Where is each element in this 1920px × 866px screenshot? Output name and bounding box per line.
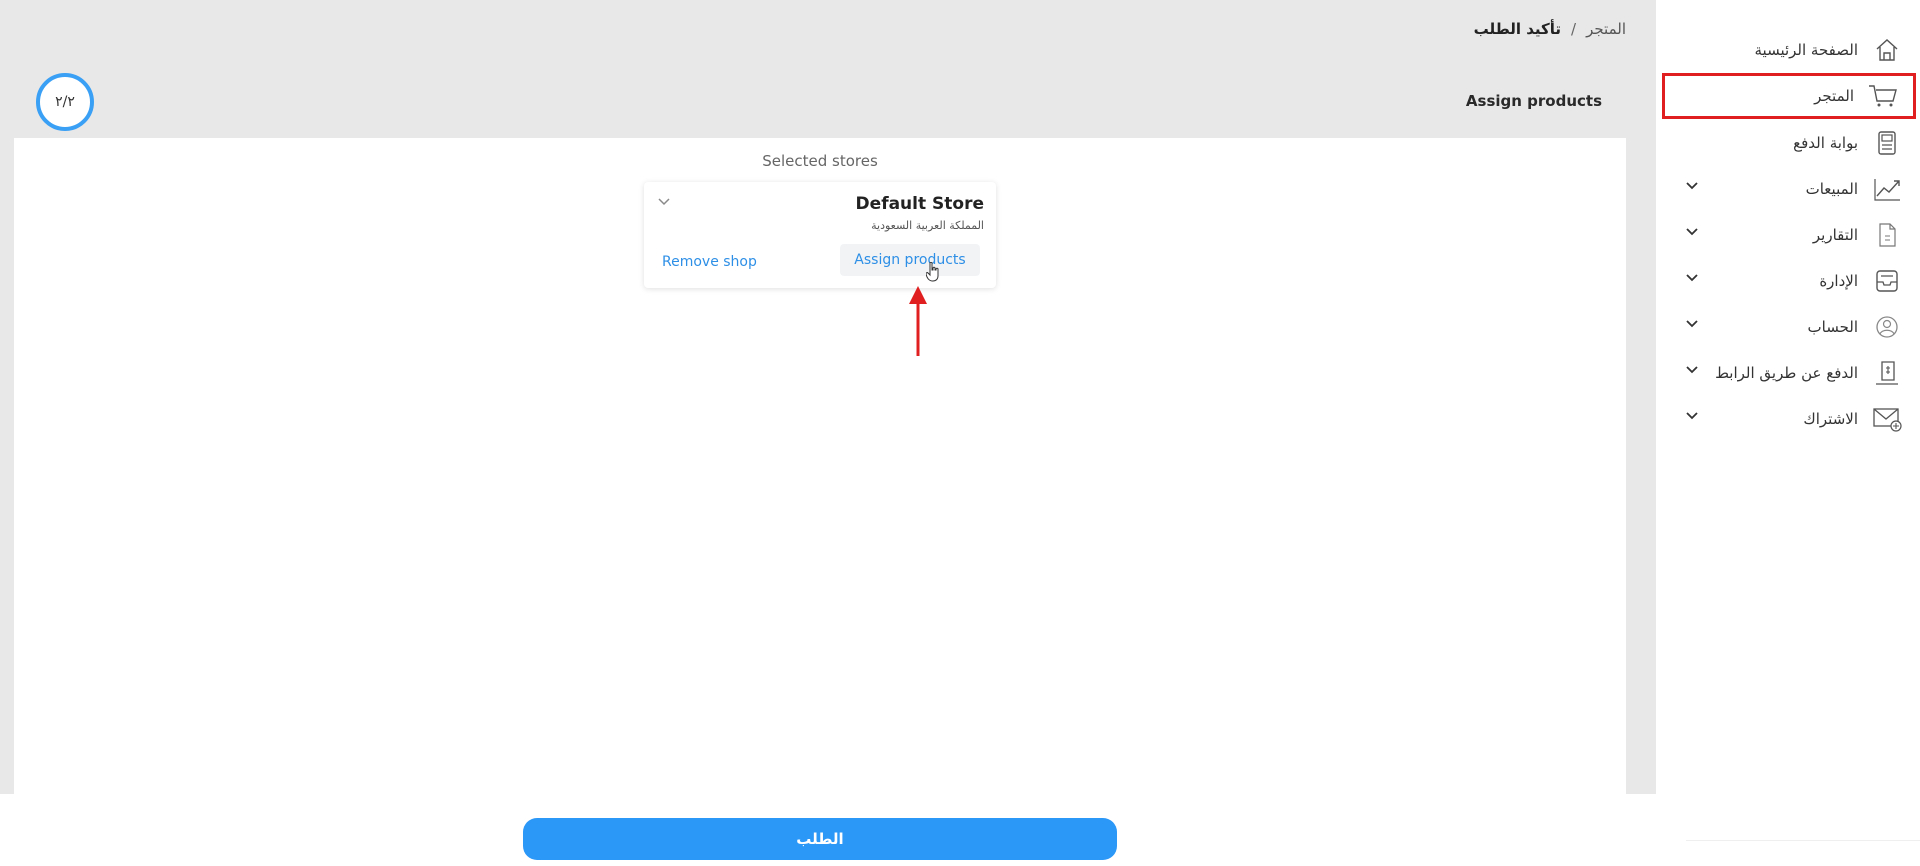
store-country: المملكة العربية السعودية [871, 219, 984, 232]
breadcrumb-current: تأكيد الطلب [1473, 20, 1562, 38]
sidebar-item-label: الدفع عن طريق الرابط [1715, 364, 1858, 382]
report-icon [1872, 220, 1902, 250]
sidebar-item-label: المبيعات [1805, 180, 1858, 198]
user-circle-icon [1872, 312, 1902, 342]
sidebar-item-reports[interactable]: التقارير [1656, 215, 1920, 255]
subscription-mail-icon [1872, 404, 1902, 434]
sidebar-item-label: الحساب [1807, 318, 1859, 336]
sidebar-item-payment-link[interactable]: الدفع عن طريق الرابط [1656, 353, 1920, 393]
payment-terminal-icon [1872, 128, 1902, 158]
home-icon [1872, 35, 1902, 65]
annotation-arrow-icon [909, 286, 927, 356]
step-indicator: ٢/٢ [36, 73, 94, 131]
sidebar-item-management[interactable]: الإدارة [1656, 261, 1920, 301]
sidebar-item-label: التقارير [1812, 226, 1858, 244]
hand-cursor-icon [926, 262, 939, 282]
chevron-down-icon[interactable] [1686, 409, 1698, 424]
cart-icon [1868, 81, 1898, 111]
selected-stores-panel: Selected stores Default Store المملكة ال… [14, 138, 1626, 794]
payment-link-icon [1872, 358, 1902, 388]
sidebar-item-sales[interactable]: المبيعات [1656, 169, 1920, 209]
sidebar-item-payment-gateway[interactable]: بوابة الدفع [1656, 123, 1920, 163]
sidebar-divider [1686, 840, 1920, 841]
sidebar: الصفحة الرئيسية المتجر بوابة الدفع المبي… [1656, 0, 1920, 866]
sidebar-item-label: الإدارة [1819, 272, 1858, 290]
store-card: Default Store المملكة العربية السعودية R… [644, 182, 996, 288]
store-name: Default Store [855, 194, 984, 214]
sidebar-item-label: بوابة الدفع [1793, 134, 1858, 152]
section-title: Assign products [1465, 92, 1602, 110]
main-content: المتجر / تأكيد الطلب ٢/٢ Assign products… [0, 0, 1656, 794]
chevron-down-icon[interactable] [1686, 317, 1698, 332]
breadcrumb-separator: / [1571, 20, 1577, 38]
chevron-down-icon[interactable] [1686, 271, 1698, 286]
sidebar-item-label: الصفحة الرئيسية [1754, 41, 1859, 59]
sidebar-item-label: الاشتراك [1803, 410, 1858, 428]
chevron-down-icon[interactable] [1686, 179, 1698, 194]
breadcrumb-store-link[interactable]: المتجر [1586, 20, 1626, 38]
chevron-down-icon[interactable] [1686, 363, 1698, 378]
order-button[interactable]: الطلب [523, 818, 1117, 860]
remove-shop-button[interactable]: Remove shop [662, 254, 757, 270]
assign-products-button[interactable]: Assign products [840, 244, 980, 276]
sidebar-item-label: المتجر [1814, 87, 1854, 105]
sidebar-item-home[interactable]: الصفحة الرئيسية [1656, 30, 1920, 70]
chevron-down-icon[interactable] [1686, 225, 1698, 240]
chevron-down-icon[interactable] [658, 194, 670, 210]
breadcrumb: المتجر / تأكيد الطلب [1474, 20, 1626, 38]
chart-trend-icon [1872, 174, 1902, 204]
sidebar-item-store[interactable]: المتجر [1662, 73, 1916, 119]
sidebar-item-subscription[interactable]: الاشتراك [1656, 399, 1920, 439]
selected-stores-heading: Selected stores [762, 152, 878, 170]
sidebar-item-account[interactable]: الحساب [1656, 307, 1920, 347]
inbox-icon [1872, 266, 1902, 296]
